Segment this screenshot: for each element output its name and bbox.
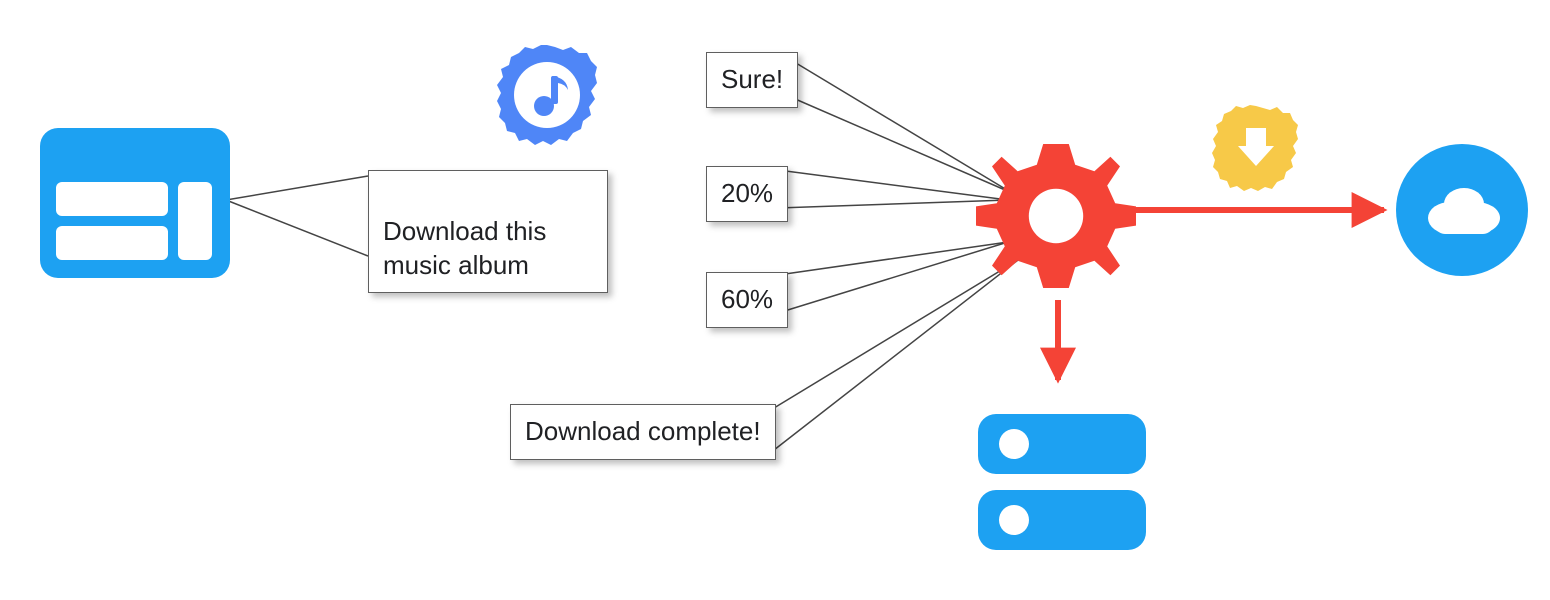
- reply-bubble-progress-20-text: 20%: [721, 178, 773, 208]
- reply-bubble-complete: Download complete!: [510, 404, 776, 460]
- request-bubble-text: Download this music album: [383, 216, 546, 280]
- client-window-icon: [40, 128, 230, 278]
- gear-icon: [976, 136, 1136, 296]
- reply-bubble-progress-60: 60%: [706, 272, 788, 328]
- reply-bubble-progress-60-text: 60%: [721, 284, 773, 314]
- disk-stack-icon: [972, 404, 1152, 564]
- reply-bubble-sure: Sure!: [706, 52, 798, 108]
- reply-bubble-sure-text: Sure!: [721, 64, 783, 94]
- reply-bubble-progress-20: 20%: [706, 166, 788, 222]
- cloud-icon: [1392, 140, 1532, 280]
- download-arrow-badge-icon: [1208, 100, 1304, 196]
- reply-bubble-complete-text: Download complete!: [525, 416, 761, 446]
- music-note-badge-icon: [492, 40, 602, 150]
- request-bubble: Download this music album: [368, 170, 608, 293]
